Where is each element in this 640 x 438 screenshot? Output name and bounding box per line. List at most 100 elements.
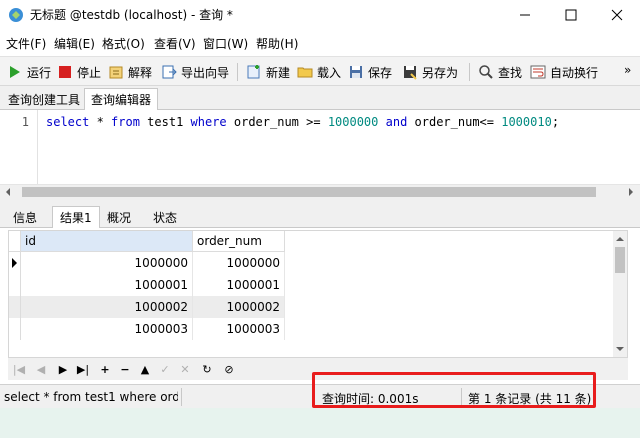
find-label: 查找 [498,65,523,80]
toolbar-overflow-icon[interactable]: » [624,63,631,77]
cancel-edit-icon[interactable]: ✕ [178,362,192,376]
tab-profile[interactable]: 概况 [100,206,138,228]
save-label: 保存 [368,65,393,80]
export-wizard-button[interactable]: 导出向导 [161,62,229,82]
save-as-icon [404,66,417,80]
minimize-button[interactable] [502,0,548,30]
tab-status[interactable]: 状态 [146,206,184,228]
column-header-id[interactable]: id [21,231,193,252]
menu-edit[interactable]: 编辑(E) [54,35,95,52]
toolbar-separator [237,63,238,81]
toolbar-separator [469,63,470,81]
app-icon [8,7,24,23]
code-token: 1000010 [501,115,552,129]
menu-window[interactable]: 窗口(W) [203,35,248,52]
scroll-up-icon[interactable] [616,235,624,243]
cell-order-num[interactable]: 1000000 [193,252,285,274]
grid-vertical-scrollbar[interactable] [613,231,627,357]
load-button[interactable]: 载入 [297,62,341,82]
code-token: 1000000 [327,115,379,129]
menu-help[interactable]: 帮助(H) [256,35,298,52]
scroll-down-icon[interactable] [616,345,624,353]
menu-file[interactable]: 文件(F) [6,35,46,52]
code-token: * [89,115,112,129]
run-button[interactable]: 运行 [7,62,51,82]
tab-query-editor[interactable]: 查询编辑器 [84,88,159,110]
editor-tab-bar: 查询创建工具 查询编辑器 [0,86,640,110]
table-row[interactable]: 1000002 1000002 [9,296,285,318]
run-label: 运行 [27,65,52,80]
word-wrap-label: 自动换行 [550,65,599,80]
export-icon [162,65,177,79]
word-wrap-button[interactable]: 自动换行 [530,62,598,82]
tab-query-builder[interactable]: 查询创建工具 [2,89,86,110]
load-label: 载入 [317,65,342,80]
save-button[interactable]: 保存 [348,62,392,82]
column-header-order-num[interactable]: order_num [193,231,285,252]
refresh-icon[interactable]: ↻ [200,362,214,376]
confirm-edit-icon[interactable]: ✓ [158,362,172,376]
last-record-icon[interactable]: ▶| [76,362,90,376]
table-row[interactable]: 1000003 1000003 [9,318,285,340]
background-area [0,408,640,438]
delete-record-icon[interactable]: − [118,362,132,376]
find-button[interactable]: 查找 [478,62,522,82]
code-token: and [385,115,408,129]
cell-order-num[interactable]: 1000001 [193,274,285,296]
word-wrap-icon [530,65,546,79]
menu-format[interactable]: 格式(O) [102,35,145,52]
save-as-label: 另存为 [422,65,459,80]
stop-fetch-icon[interactable]: ⊘ [222,362,236,376]
explain-button[interactable]: 解释 [108,62,152,82]
minimize-icon [520,14,530,16]
cell-id[interactable]: 1000002 [21,296,193,318]
previous-record-icon[interactable]: ◀ [34,362,48,376]
tab-result1[interactable]: 结果1 [52,206,100,228]
row-indicator [9,296,21,318]
scroll-left-icon[interactable] [4,188,12,196]
cell-id[interactable]: 1000000 [21,252,193,274]
code-token: order_num<= [407,115,502,129]
table-row[interactable]: 1000001 1000001 [9,274,285,296]
scrollbar-thumb[interactable] [615,247,625,273]
highlight-box [312,372,596,408]
cell-order-num[interactable]: 1000003 [193,318,285,340]
current-row-icon [12,258,17,268]
cell-id[interactable]: 1000003 [21,318,193,340]
stop-button[interactable]: 停止 [57,62,101,82]
table-row[interactable]: 1000000 1000000 [9,252,285,274]
result-grid: id order_num 1000000 1000000 1000001 100… [8,230,628,358]
add-record-icon[interactable]: + [98,362,112,376]
scrollbar-thumb[interactable] [22,187,596,197]
scroll-right-icon[interactable] [627,188,635,196]
code-token: order_num >= [226,115,328,129]
save-icon [350,66,362,78]
sql-editor[interactable]: 1 select * from test1 where order_num >=… [0,110,640,184]
apply-changes-icon[interactable]: ▲ [138,362,152,376]
code-line[interactable]: select * from test1 where order_num >= 1… [46,115,559,129]
tab-message[interactable]: 信息 [6,206,44,228]
code-token: test1 [139,115,191,129]
maximize-button[interactable] [548,0,594,30]
first-record-icon[interactable]: |◀ [12,362,26,376]
status-separator [181,388,182,406]
row-indicator [9,274,21,296]
new-label: 新建 [266,65,291,80]
editor-horizontal-scrollbar[interactable] [0,184,640,198]
code-token: select [46,115,90,129]
close-button[interactable] [594,0,640,30]
save-as-button[interactable]: 另存为 [402,62,458,82]
status-sql-preview: select * from test1 where order [4,390,178,404]
cell-order-num[interactable]: 1000002 [193,296,285,318]
explain-label: 解释 [128,65,153,80]
menu-view[interactable]: 查看(V) [154,35,196,52]
new-button[interactable]: 新建 [246,62,290,82]
grid-corner [9,231,21,252]
cell-id[interactable]: 1000001 [21,274,193,296]
code-token: where [190,115,227,129]
stop-icon [59,66,71,78]
window-title: 无标题 @testdb (localhost) - 查询 * [30,8,233,22]
next-record-icon[interactable]: ▶ [56,362,70,376]
new-query-icon [247,65,260,79]
